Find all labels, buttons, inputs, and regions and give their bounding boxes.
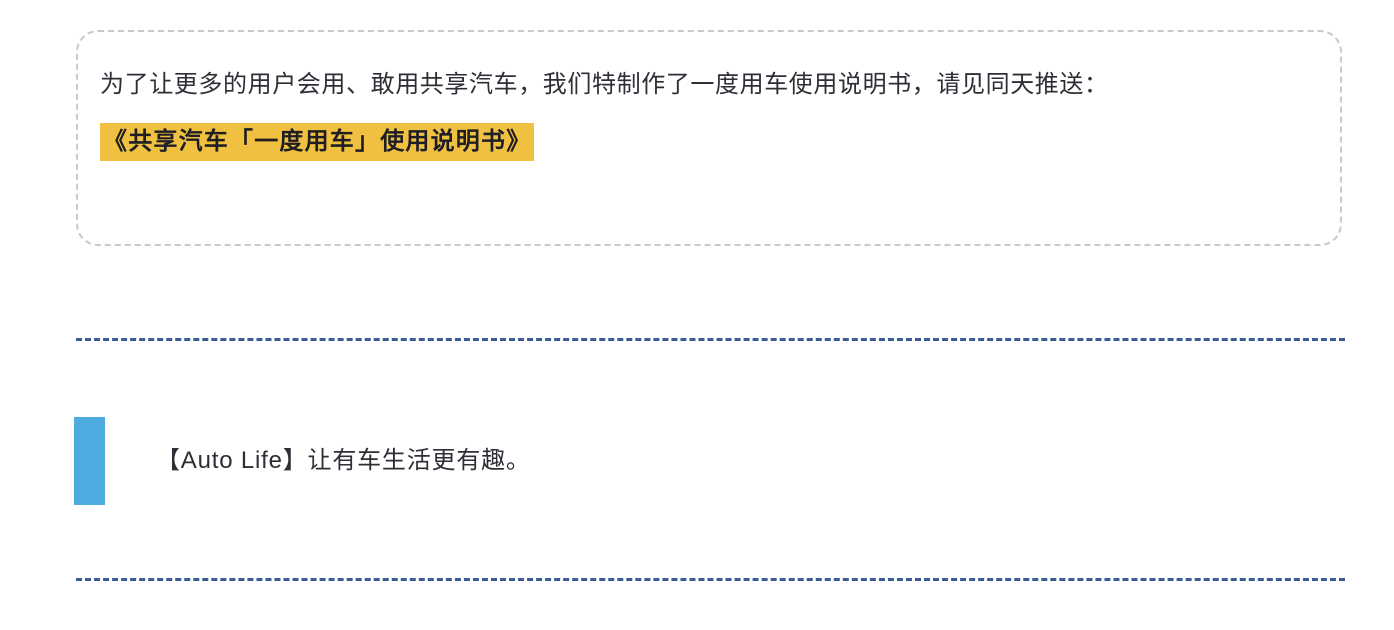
highlight-title-line: 《共享汽车「一度用车」使用说明书》: [100, 120, 1314, 164]
divider-bottom: [76, 578, 1345, 581]
article-page: 为了让更多的用户会用、敢用共享汽车，我们特制作了一度用车使用说明书，请见同天推送…: [0, 0, 1394, 630]
callout-paragraph: 为了让更多的用户会用、敢用共享汽车，我们特制作了一度用车使用说明书，请见同天推送…: [100, 71, 1109, 98]
callout-box: 为了让更多的用户会用、敢用共享汽车，我们特制作了一度用车使用说明书，请见同天推送…: [76, 30, 1342, 246]
quote-text: 【Auto Life】让有车生活更有趣。: [156, 447, 531, 474]
quote-accent-bar: [74, 417, 105, 505]
divider-top: [76, 338, 1345, 341]
quote-block: 【Auto Life】让有车生活更有趣。: [74, 417, 974, 505]
highlight-title-text: 《共享汽车「一度用车」使用说明书》: [100, 123, 535, 161]
